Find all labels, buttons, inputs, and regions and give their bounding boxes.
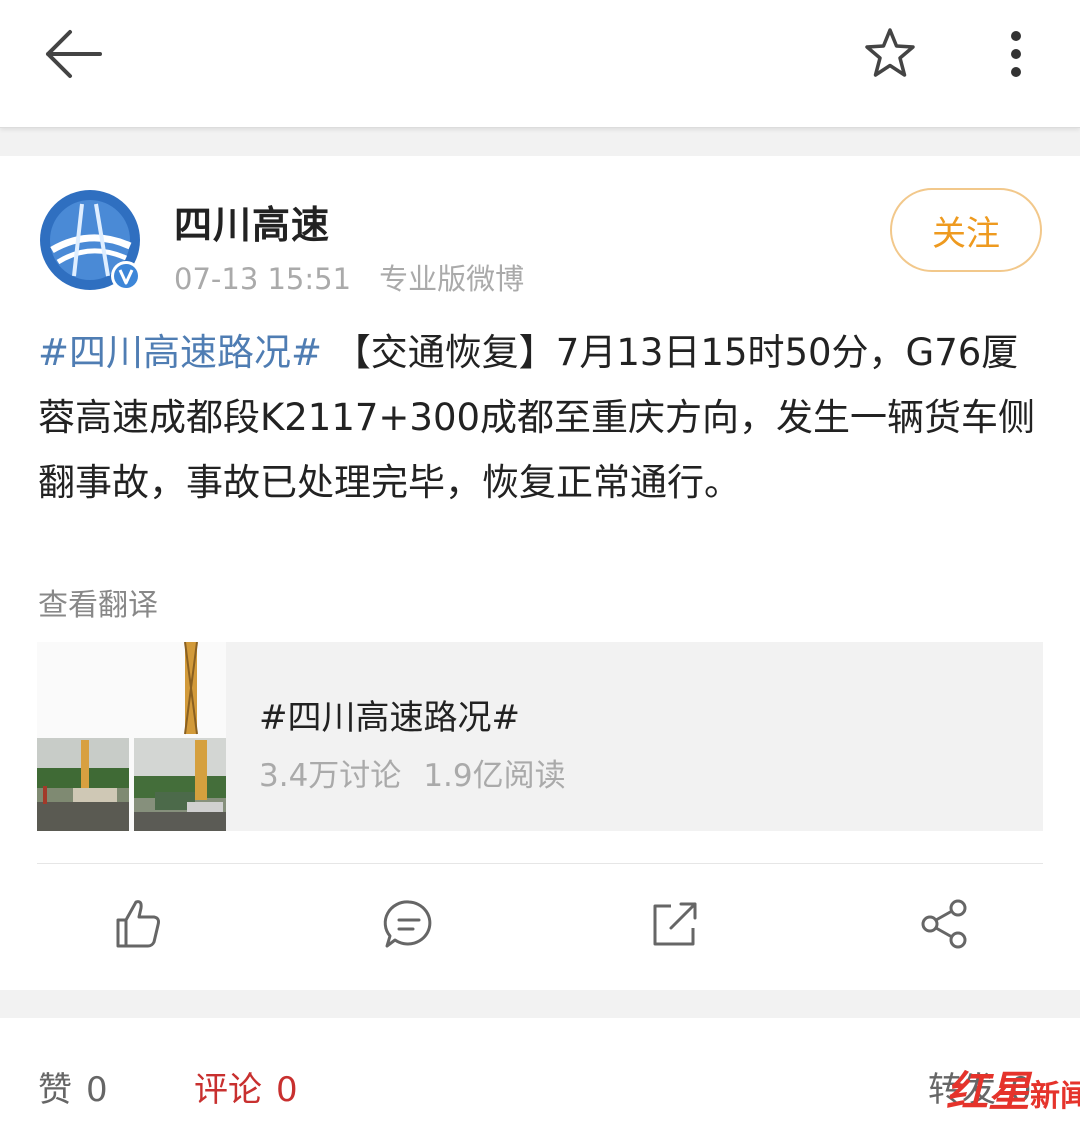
follow-button[interactable]: 关注: [890, 188, 1042, 272]
tab-likes[interactable]: 赞0: [38, 1062, 108, 1111]
author-name[interactable]: 四川高速: [174, 194, 330, 249]
top-bar: [0, 0, 1080, 128]
topic-card[interactable]: #四川高速路况# 3.4万讨论 1.9亿阅读: [37, 642, 1043, 831]
likes-count: 0: [86, 1070, 108, 1110]
post-source: 专业版微博: [379, 262, 525, 296]
tab-comments[interactable]: 评论 0: [194, 1062, 298, 1111]
star-icon[interactable]: [860, 24, 920, 84]
post-time: 07-13 15:51: [174, 262, 352, 296]
topic-discussions: 3.4万讨论: [259, 758, 402, 794]
translate-link[interactable]: 查看翻译: [38, 580, 158, 624]
comments-count: 0: [276, 1070, 298, 1110]
topic-thumbnail: [37, 642, 226, 831]
post-card: 四川高速 07-13 15:51 专业版微博 关注 #四川高速路况# 【交通恢复】…: [0, 156, 1080, 990]
post-hashtag[interactable]: #四川高速路况#: [38, 331, 322, 374]
topic-title: #四川高速路况#: [259, 698, 520, 738]
more-vertical-icon[interactable]: [996, 24, 1036, 84]
thumbs-up-icon[interactable]: [110, 896, 166, 952]
share-icon[interactable]: [916, 896, 972, 952]
comment-icon[interactable]: [381, 896, 437, 952]
comments-label: 评论: [194, 1070, 262, 1110]
watermark-logo: 红星新闻: [946, 1067, 1080, 1116]
likes-label: 赞: [38, 1070, 72, 1110]
back-arrow-icon[interactable]: [40, 26, 108, 82]
topic-reads: 1.9亿阅读: [423, 758, 566, 794]
interaction-tabs: 赞0 评论 0 转发 0: [0, 1018, 1080, 1126]
post-meta: 07-13 15:51 专业版微博: [174, 256, 524, 298]
divider: [37, 863, 1043, 864]
topic-stats: 3.4万讨论 1.9亿阅读: [259, 750, 566, 795]
repost-icon[interactable]: [647, 896, 703, 952]
post-content: #四川高速路况# 【交通恢复】7月13日15时50分，G76厦蓉高速成都段K21…: [38, 320, 1038, 515]
avatar[interactable]: [38, 188, 142, 292]
